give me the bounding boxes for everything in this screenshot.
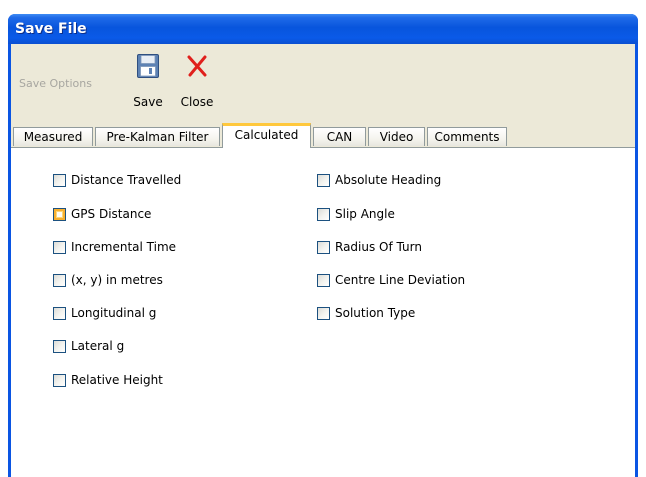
checkbox-box[interactable] [53,373,66,387]
save-file-window: Save File Save Options Save Close Measur… [8,14,638,477]
checkbox-label: Centre Line Deviation [335,273,466,287]
checkbox-label: Radius Of Turn [335,240,422,254]
checkbox-distance-travelled[interactable]: Distance Travelled [53,172,181,188]
save-button-label: Save [133,95,163,109]
checkbox-slip-angle[interactable]: Slip Angle [317,206,395,222]
tab-calculated[interactable]: Calculated [222,123,311,148]
title-bar[interactable]: Save File [8,14,638,44]
checkbox-label: GPS Distance [71,207,152,221]
checkbox-box[interactable] [53,207,66,221]
window-title: Save File [15,21,87,37]
checkbox-label: Solution Type [335,306,416,320]
checkbox-label: Longitudinal g [71,306,157,320]
checkbox-solution-type[interactable]: Solution Type [317,305,415,321]
checkbox-gps-distance[interactable]: GPS Distance [53,206,151,222]
checkbox-box[interactable] [317,273,330,287]
tab-video[interactable]: Video [368,127,425,146]
close-button-label: Close [180,95,214,109]
checkbox-label: Slip Angle [335,207,395,221]
checkbox-incremental-time[interactable]: Incremental Time [53,239,176,255]
checkbox-longitudinal-g[interactable]: Longitudinal g [53,305,156,321]
calculated-panel: Distance Travelled GPS Distance Incremen… [11,147,635,477]
checkbox-absolute-heading[interactable]: Absolute Heading [317,172,441,188]
tab-measured[interactable]: Measured [13,127,93,146]
checkbox-box[interactable] [53,306,66,320]
checkbox-radius-of-turn[interactable]: Radius Of Turn [317,239,422,255]
tab-comments[interactable]: Comments [427,127,507,146]
checkbox-label: Lateral g [71,339,125,353]
checkbox-box[interactable] [317,207,330,221]
save-button[interactable]: Save [126,52,170,112]
window-client: Save Options Save Close Measured Pre-Kal… [11,44,635,477]
checkbox-lateral-g[interactable]: Lateral g [53,338,124,354]
toolbar: Save Options Save Close [11,44,635,123]
checkbox-label: Incremental Time [71,240,177,254]
checkbox-box[interactable] [53,273,66,287]
checkbox-box[interactable] [317,173,330,187]
checkbox-box[interactable] [53,339,66,353]
checkbox-box[interactable] [53,173,66,187]
tab-can[interactable]: CAN [313,127,366,146]
close-x-icon [175,54,219,80]
tab-pre-kalman-filter[interactable]: Pre-Kalman Filter [95,127,220,146]
checkbox-box[interactable] [317,306,330,320]
checkbox-label: Distance Travelled [71,173,182,187]
tab-strip: Measured Pre-Kalman Filter Calculated CA… [11,123,635,148]
close-button[interactable]: Close [175,52,219,112]
floppy-disk-icon [126,54,170,80]
save-options-label: Save Options [19,77,92,90]
checkbox-relative-height[interactable]: Relative Height [53,372,163,388]
checkbox-box[interactable] [317,240,330,254]
checkbox-label: Absolute Heading [335,173,442,187]
checkbox-label: (x, y) in metres [71,273,163,287]
checkbox-xy-in-metres[interactable]: (x, y) in metres [53,272,163,288]
checkbox-centre-line-deviation[interactable]: Centre Line Deviation [317,272,465,288]
checkbox-box[interactable] [53,240,66,254]
checkbox-label: Relative Height [71,373,163,387]
